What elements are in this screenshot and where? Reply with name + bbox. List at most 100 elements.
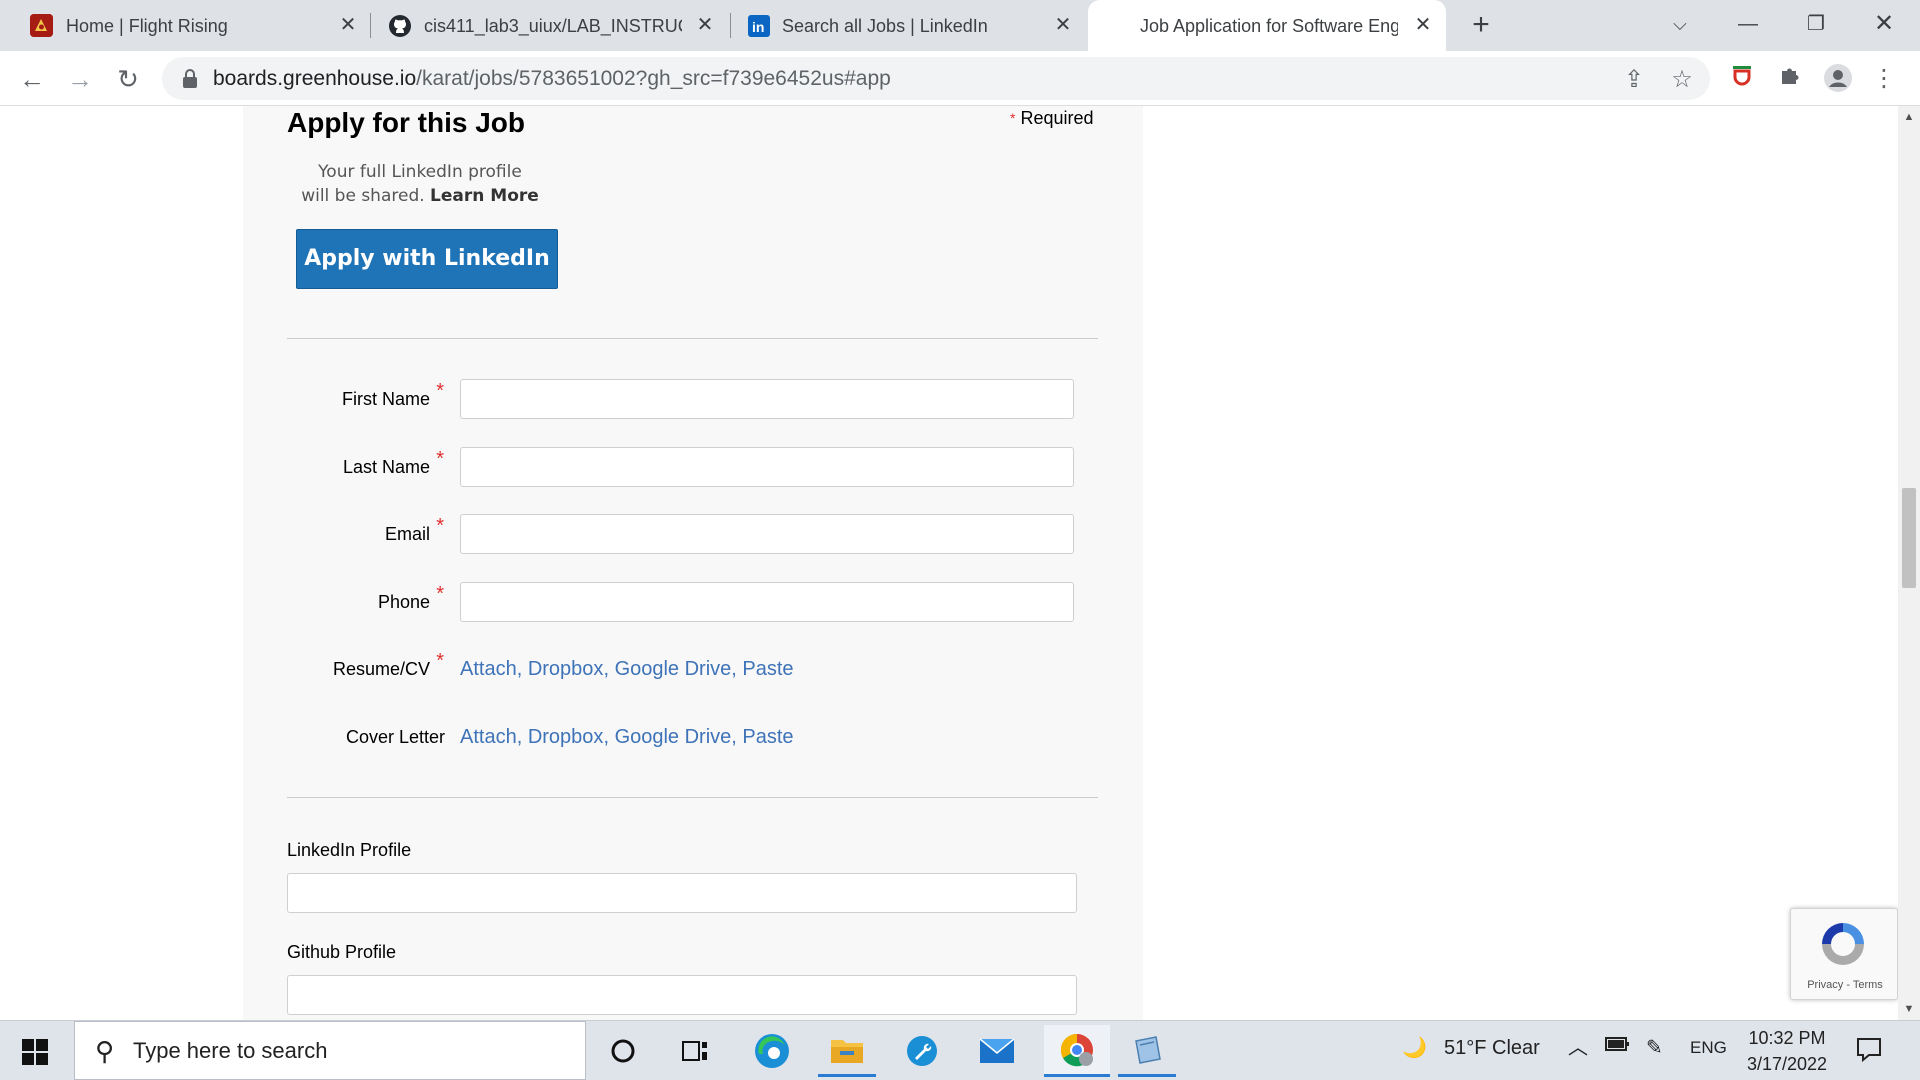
notepad-app-icon[interactable] [1118,1025,1176,1077]
recaptcha-terms[interactable]: Privacy - Terms [1791,979,1898,991]
cover-attach-link[interactable]: Attach [460,726,517,748]
windows-start-icon[interactable] [22,1039,48,1065]
mail-icon[interactable] [968,1025,1026,1077]
edge-browser-icon[interactable] [743,1025,801,1077]
chrome-browser-icon[interactable] [1044,1025,1110,1077]
tab-title: Job Application for Software Engineer [1140,16,1398,36]
back-button[interactable]: ← [14,61,50,97]
field-label-text: Email [384,524,430,544]
learn-more-link[interactable]: Learn More [430,186,539,206]
pen-icon[interactable]: ✎ [1646,1033,1663,1063]
battery-icon[interactable] [1604,1033,1630,1064]
svg-text:in: in [752,19,764,35]
browser-menu-icon[interactable]: ⋮ [1868,63,1900,95]
cover-letter-label: Cover Letter [345,727,445,747]
close-tab-icon[interactable]: ✕ [692,12,718,38]
wrench-app-icon[interactable] [893,1025,951,1077]
linkedin-profile-input[interactable] [287,873,1077,913]
input-language-indicator[interactable]: ENG [1690,1033,1727,1063]
required-legend: * Required [1010,107,1094,129]
tab-linkedin[interactable]: in Search all Jobs | LinkedIn ✕ [720,0,1090,51]
clock-date: 3/17/2022 [1746,1054,1828,1074]
tab-github[interactable]: cis411_lab3_uiux/LAB_INSTRUCTIONS ✕ [360,0,730,51]
show-hidden-icons-chevron-icon[interactable]: ︿ [1568,1033,1588,1063]
recaptcha-icon [1815,919,1871,969]
minimize-button[interactable]: — [1730,8,1766,40]
linkedin-share-note: Your full LinkedIn profile will be share… [300,160,540,208]
linkedin-profile-label: LinkedIn Profile [287,840,412,860]
task-view-icon[interactable] [666,1025,724,1077]
apply-with-linkedin-button[interactable]: Apply with LinkedIn [296,229,558,289]
flight-rising-icon [30,14,53,37]
email-input[interactable] [460,514,1074,554]
address-bar[interactable]: boards.greenhouse.io/karat/jobs/57836510… [162,57,1710,100]
close-tab-icon[interactable]: ✕ [1410,12,1436,38]
linkedin-share-line2: will be shared. [301,186,425,206]
search-icon: ⚲ [95,1036,115,1066]
weather-text[interactable]: 51°F Clear [1444,1033,1540,1063]
windows-taskbar: ⚲ Type here to search 🌙 51°F Clear ︿ ✎ E… [0,1020,1920,1080]
notification-center-icon[interactable] [1855,1035,1885,1063]
section-divider [287,338,1098,339]
tab-flight-rising[interactable]: Home | Flight Rising ✕ [0,0,370,51]
tab-title: cis411_lab3_uiux/LAB_INSTRUCTIONS [424,16,682,36]
browser-toolbar: ← → ↻ boards.greenhouse.io/karat/jobs/57… [0,51,1920,106]
cover-paste-link[interactable]: Paste [742,726,793,748]
close-tab-icon[interactable]: ✕ [335,12,361,38]
recaptcha-badge[interactable]: Privacy - Terms [1790,908,1898,1000]
extension-shield-icon[interactable] [1726,63,1758,95]
scroll-down-arrow-icon[interactable]: ▼ [1898,1000,1920,1018]
tab-search-chevron-icon[interactable]: ⌵ [1662,8,1698,40]
weather-moon-icon[interactable]: 🌙 [1402,1033,1427,1063]
resume-paste-link[interactable]: Paste [742,658,793,680]
scroll-up-arrow-icon[interactable]: ▲ [1898,108,1920,126]
new-tab-button[interactable]: + [1466,10,1496,40]
required-star: * [436,448,444,470]
system-clock[interactable]: 10:32 PM 3/17/2022 [1732,1025,1842,1077]
required-star: * [436,380,444,402]
last-name-input[interactable] [460,447,1074,487]
url-path: /karat/jobs/5783651002?gh_src=f739e6452u… [416,67,891,90]
share-icon[interactable]: ⇪ [1620,66,1648,94]
file-explorer-icon[interactable] [818,1025,876,1077]
resume-dropbox-link[interactable]: Dropbox [528,658,604,680]
section-divider [287,797,1098,798]
cover-google-drive-link[interactable]: Google Drive [615,726,732,748]
url-text[interactable]: boards.greenhouse.io/karat/jobs/57836510… [213,66,891,92]
tab-job-application[interactable]: Job Application for Software Engineer ✕ [1088,0,1446,51]
github-profile-label: Github Profile [287,942,397,962]
lock-icon[interactable] [182,69,198,88]
scrollbar-thumb[interactable] [1902,488,1916,588]
clock-time: 10:32 PM [1748,1028,1826,1048]
resume-google-drive-link[interactable]: Google Drive [615,658,732,680]
extensions-puzzle-icon[interactable] [1774,63,1806,95]
taskbar-search-box[interactable]: ⚲ Type here to search [74,1021,586,1080]
phone-label: Phone * [270,583,444,613]
field-label-text: Resume/CV [332,659,430,679]
required-legend-text: Required [1020,108,1094,128]
cortana-icon[interactable] [594,1025,652,1077]
github-icon [388,14,411,37]
page-scrollbar[interactable]: ▲ ▼ [1898,106,1920,1020]
resume-attach-link[interactable]: Attach [460,658,517,680]
first-name-input[interactable] [460,379,1074,419]
github-profile-input[interactable] [287,975,1077,1015]
resume-attach-options: Attach, Dropbox, Google Drive, Paste [460,658,794,680]
close-window-button[interactable]: ✕ [1866,8,1902,40]
phone-input[interactable] [460,582,1074,622]
tab-title: Home | Flight Rising [66,16,228,36]
browser-tab-strip: Home | Flight Rising ✕ cis411_lab3_uiux/… [0,0,1920,51]
restore-button[interactable]: ❐ [1798,8,1834,40]
close-tab-icon[interactable]: ✕ [1050,12,1076,38]
forward-button[interactable]: → [62,61,98,97]
required-star: * [1010,110,1016,126]
first-name-label: First Name * [270,380,444,410]
last-name-label: Last Name * [270,448,444,478]
profile-avatar-icon[interactable] [1822,63,1854,95]
required-star: * [436,515,444,537]
bookmark-star-icon[interactable]: ☆ [1668,66,1696,94]
cover-dropbox-link[interactable]: Dropbox [528,726,604,748]
reload-button[interactable]: ↻ [110,61,146,97]
tab-title: Search all Jobs | LinkedIn [782,16,988,36]
taskbar-search-placeholder: Type here to search [133,1038,328,1063]
